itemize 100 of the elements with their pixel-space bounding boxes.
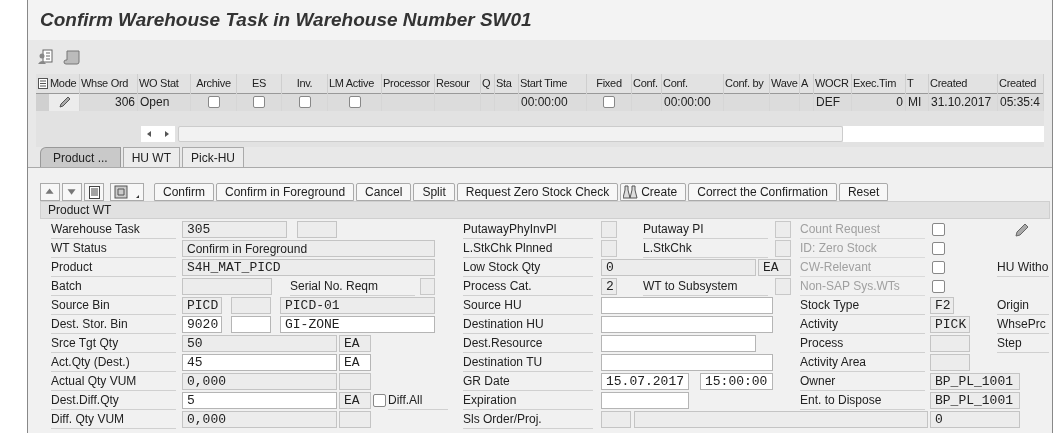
input-field[interactable]: 50 [182,335,337,352]
checkbox[interactable] [932,223,945,236]
layout-menu-button[interactable] [110,183,144,201]
input-field[interactable] [297,221,337,238]
input-field[interactable] [601,354,773,371]
horizontal-scrollbar[interactable] [178,126,843,142]
indicator-box[interactable] [420,278,435,295]
action-button[interactable]: Reset [838,183,889,201]
input-field[interactable]: 2 [601,278,617,295]
column-header[interactable]: Sta [495,73,519,94]
input-field[interactable]: F2 [930,297,954,314]
action-button[interactable]: Confirm [154,183,214,201]
move-up-icon[interactable] [40,183,60,201]
action-button[interactable]: Split [413,183,455,201]
tab[interactable]: Pick-HU [182,147,245,167]
input-field[interactable]: 45 [182,354,337,371]
input-field[interactable] [339,373,371,390]
indicator-box[interactable] [775,240,791,257]
input-field[interactable]: 0 [930,411,1020,428]
column-header[interactable]: LM Active [328,73,382,94]
input-field[interactable] [601,392,689,409]
scroll-icon[interactable] [63,49,81,65]
input-field[interactable]: 305 [182,221,287,238]
input-field[interactable]: EA [339,392,371,409]
input-field[interactable] [601,316,773,333]
column-header[interactable]: Processor [382,73,435,94]
column-header[interactable]: ES [237,73,282,94]
input-field[interactable] [231,297,271,314]
column-header[interactable]: WO Stat [138,73,191,94]
input-field[interactable]: 15.07.2017 [601,373,689,390]
indicator-box[interactable] [601,221,617,238]
column-header[interactable]: Inv. [282,73,328,94]
input-field[interactable]: 0 [601,259,756,276]
column-header[interactable]: Fixed [587,73,632,94]
column-header[interactable]: Whse Ord [80,73,138,94]
column-header[interactable]: WOCR [814,73,852,94]
input-field[interactable] [601,411,631,428]
column-header[interactable]: Created [929,73,998,94]
input-field[interactable]: 15:00:00 [700,373,773,390]
pencil-icon[interactable] [1015,222,1029,237]
input-field[interactable] [601,335,756,352]
checkbox[interactable] [932,280,945,293]
tab[interactable]: Product ... [40,147,121,167]
input-field[interactable] [634,411,928,428]
column-header[interactable]: Conf. by [724,73,770,94]
column-header[interactable]: Archive [191,73,237,94]
indicator-box[interactable] [601,240,617,257]
checkbox[interactable] [298,96,311,108]
column-header[interactable]: Q [481,73,495,94]
column-header[interactable]: Exec.Tim [852,73,906,94]
column-header[interactable]: T [906,73,929,94]
input-field[interactable]: EA [339,335,371,352]
input-field[interactable]: PICD [182,297,222,314]
input-field[interactable]: PICK [930,316,970,333]
person-list-icon[interactable] [37,49,53,65]
pencil-icon[interactable] [57,95,71,109]
input-field[interactable]: 0,000 [182,411,337,428]
input-field[interactable] [339,411,371,428]
checkbox[interactable] [207,96,220,108]
scroll-left-icon[interactable] [141,126,158,142]
input-field[interactable]: EA [758,259,791,276]
action-button[interactable]: Confirm in Foreground [216,183,355,201]
column-header[interactable]: Created [998,73,1044,94]
input-field[interactable]: GI-ZONE [280,316,435,333]
action-button[interactable]: Create [620,183,687,201]
column-header[interactable]: Resour [435,73,481,94]
tab[interactable]: HU WT [122,147,181,167]
input-field[interactable] [182,278,272,295]
column-header[interactable]: Mode [49,73,80,94]
input-field[interactable]: S4H_MAT_PICD [182,259,435,276]
input-field[interactable] [930,335,970,352]
input-field[interactable]: 0,000 [182,373,337,390]
checkbox[interactable] [373,394,386,407]
checkbox[interactable] [932,242,945,255]
scroll-right-icon[interactable] [158,126,175,142]
input-field[interactable] [231,316,271,333]
input-field[interactable] [601,297,773,314]
checkbox[interactable] [932,261,945,274]
checkbox[interactable] [603,96,615,108]
column-header[interactable]: Conf. [632,73,662,94]
input-field[interactable]: Confirm in Foreground [182,240,435,257]
action-button[interactable]: Correct the Confirmation [688,183,837,201]
checkbox[interactable] [348,96,361,108]
move-down-icon[interactable] [62,183,82,201]
indicator-box[interactable] [775,278,791,295]
input-field[interactable]: 5 [182,392,337,409]
column-header[interactable]: Conf. [662,73,724,94]
input-field[interactable]: BP_PL_1001 [930,392,1020,409]
column-header[interactable]: Start Time [519,73,587,94]
column-header[interactable]: Wave [770,73,800,94]
input-field[interactable]: BP_PL_1001 [930,373,1020,390]
input-field[interactable]: PICD-01 [280,297,435,314]
table-settings-icon[interactable] [37,78,48,89]
details-button[interactable] [84,183,104,201]
input-field[interactable]: EA [339,354,371,371]
action-button[interactable]: Cancel [356,183,412,201]
input-field[interactable]: 9020 [182,316,222,333]
action-button[interactable]: Request Zero Stock Check [456,183,619,201]
column-header[interactable]: A [800,73,814,94]
input-field[interactable] [930,354,970,371]
